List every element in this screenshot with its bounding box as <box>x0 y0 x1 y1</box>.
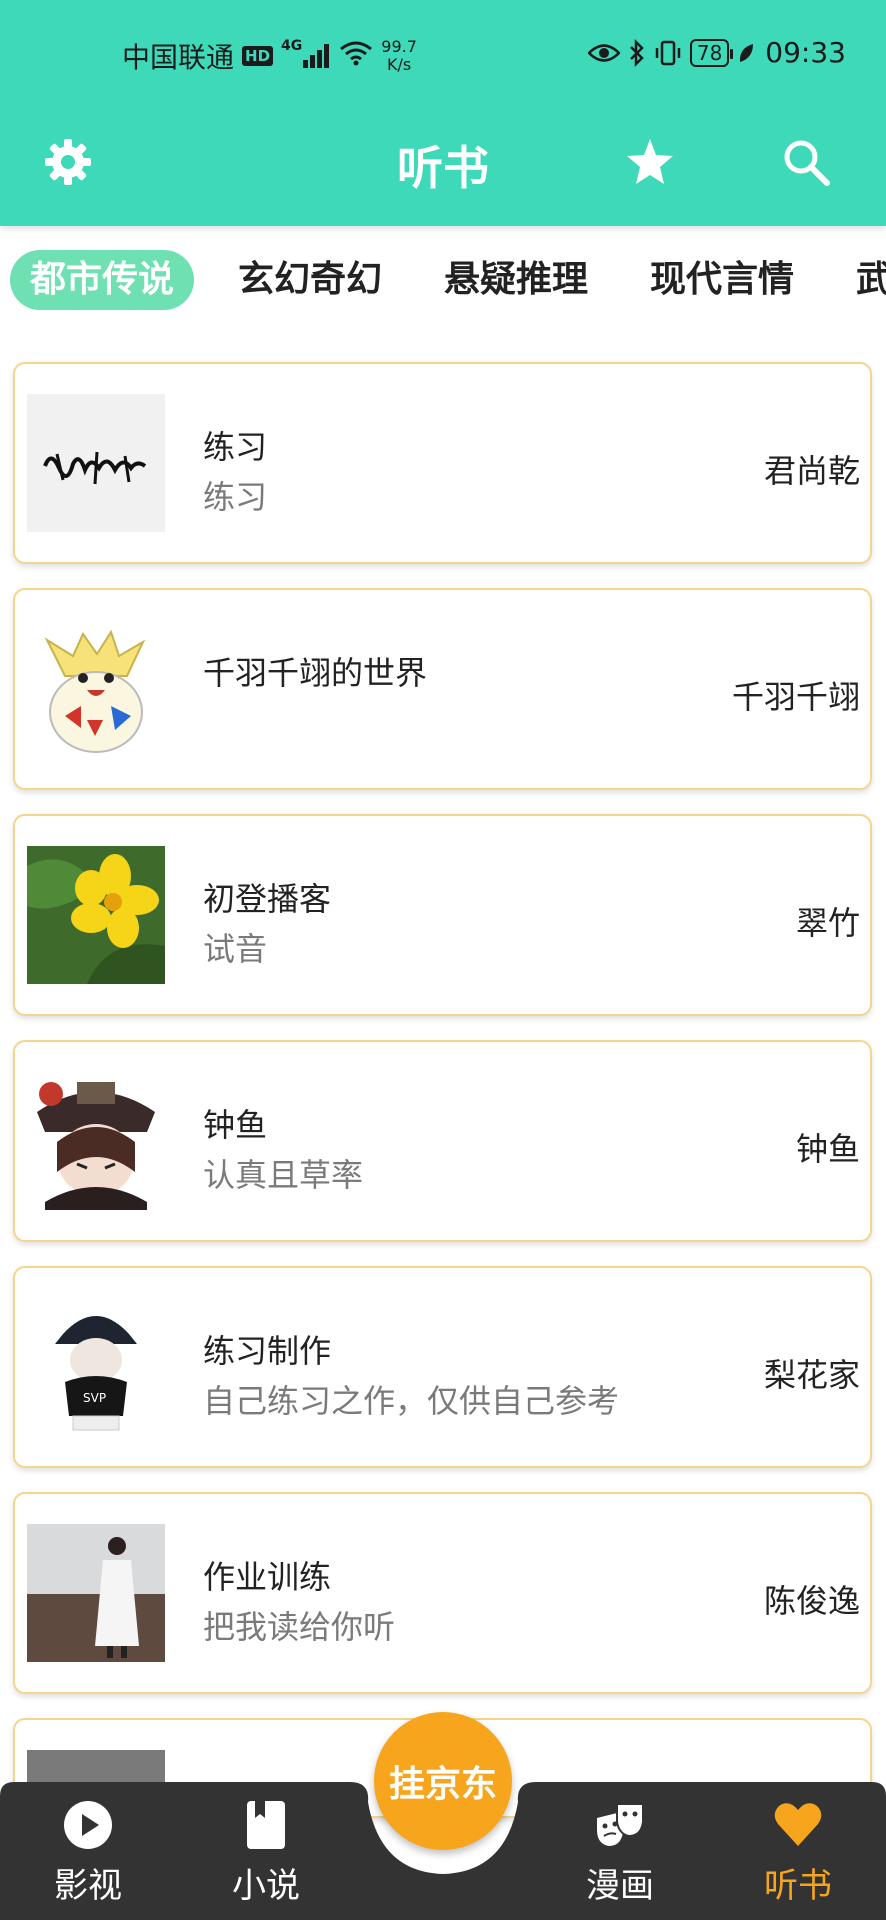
nav-label: 小说 <box>232 1866 300 1906</box>
tab-fantasy[interactable]: 玄幻奇幻 <box>238 250 382 310</box>
nav-label: 漫画 <box>586 1866 654 1906</box>
item-title: 初登播客 <box>203 880 332 918</box>
book-icon <box>241 1800 291 1850</box>
search-button[interactable] <box>776 134 836 194</box>
nav-label: 听书 <box>764 1866 832 1906</box>
tab-romance[interactable]: 现代言情 <box>650 250 794 310</box>
list-item[interactable]: 钟鱼 认真且草率 钟鱼 <box>13 1040 872 1242</box>
status-bar: 中国联通 HD 4G 99.7 K/s 78 09:33 <box>0 0 886 110</box>
item-subtitle: 把我读给你听 <box>203 1608 396 1646</box>
item-author: 梨花家 <box>763 1356 860 1394</box>
cover-image <box>27 394 165 532</box>
item-subtitle: 认真且草率 <box>203 1156 364 1194</box>
svg-text:SVP: SVP <box>83 1391 106 1405</box>
tab-wuxia[interactable]: 武 <box>856 250 886 310</box>
item-subtitle: 自己练习之作，仅供自己参考 <box>203 1382 620 1420</box>
cover-image <box>27 620 165 758</box>
item-title: 练习 <box>203 428 268 466</box>
toolbar: 听书 <box>0 110 886 226</box>
status-left: 中国联通 HD 4G 99.7 K/s <box>122 36 417 76</box>
speed-value: 99.7 <box>381 37 417 56</box>
nav-item-comic[interactable]: 漫画 <box>560 1782 680 1920</box>
bluetooth-icon <box>628 38 646 67</box>
item-title: 练习制作 <box>203 1332 332 1370</box>
signal-icon <box>303 44 331 68</box>
nav-item-novel[interactable]: 小说 <box>206 1782 326 1920</box>
list-item[interactable]: 练习 练习 君尚乾 <box>13 362 872 564</box>
cover-image <box>27 1524 165 1662</box>
item-author: 君尚乾 <box>763 452 860 490</box>
speed-unit: K/s <box>386 55 412 74</box>
eye-icon <box>587 42 620 64</box>
page-title: 听书 <box>397 141 489 195</box>
search-icon <box>781 137 831 191</box>
battery-indicator: 78 <box>689 38 734 67</box>
list-item[interactable]: 作业训练 把我读给你听 陈俊逸 <box>13 1492 872 1694</box>
cover-image: SVP <box>27 1298 165 1436</box>
item-subtitle: 试音 <box>203 930 268 968</box>
carrier-label: 中国联通 <box>122 41 235 74</box>
hd-badge: HD <box>242 46 274 66</box>
vibrate-icon <box>654 39 682 67</box>
star-icon <box>625 137 675 191</box>
category-tabs: 都市传说 玄幻奇幻 悬疑推理 现代言情 武 <box>0 250 886 316</box>
heart-icon <box>773 1800 823 1850</box>
play-icon <box>63 1800 113 1850</box>
nav-item-audiobook[interactable]: 听书 <box>738 1782 858 1920</box>
cover-image <box>27 846 165 984</box>
jd-center-button[interactable]: 挂京东 <box>374 1712 512 1850</box>
clock: 09:33 <box>765 36 846 69</box>
list-item[interactable]: 千羽千翊的世界 千羽千翊 <box>13 588 872 790</box>
item-title: 千羽千翊的世界 <box>203 654 428 692</box>
favorite-button[interactable] <box>620 134 680 194</box>
list-item[interactable]: SVP 练习制作 自己练习之作，仅供自己参考 梨花家 <box>13 1266 872 1468</box>
tab-urban-legend[interactable]: 都市传说 <box>10 250 195 310</box>
item-author: 千羽千翊 <box>731 678 860 716</box>
tab-mystery[interactable]: 悬疑推理 <box>444 250 588 310</box>
masks-icon <box>595 1800 645 1850</box>
app-header: 中国联通 HD 4G 99.7 K/s 78 09:33 听书 <box>0 0 886 226</box>
item-title: 作业训练 <box>203 1558 332 1596</box>
status-right: 78 09:33 <box>580 36 846 69</box>
item-author: 陈俊逸 <box>763 1582 860 1620</box>
item-subtitle: 练习 <box>203 478 268 516</box>
item-author: 钟鱼 <box>795 1130 860 1168</box>
list-item[interactable]: 初登播客 试音 翠竹 <box>13 814 872 1016</box>
network-speed: 99.7 K/s <box>381 38 417 74</box>
leaf-icon <box>737 42 755 64</box>
network-label: 4G <box>281 38 303 54</box>
item-title: 钟鱼 <box>203 1106 268 1144</box>
nav-label: 影视 <box>54 1866 122 1906</box>
wifi-icon <box>339 40 373 73</box>
nav-item-video[interactable]: 影视 <box>28 1782 148 1920</box>
cover-image <box>27 1072 165 1210</box>
item-author: 翠竹 <box>795 904 860 942</box>
